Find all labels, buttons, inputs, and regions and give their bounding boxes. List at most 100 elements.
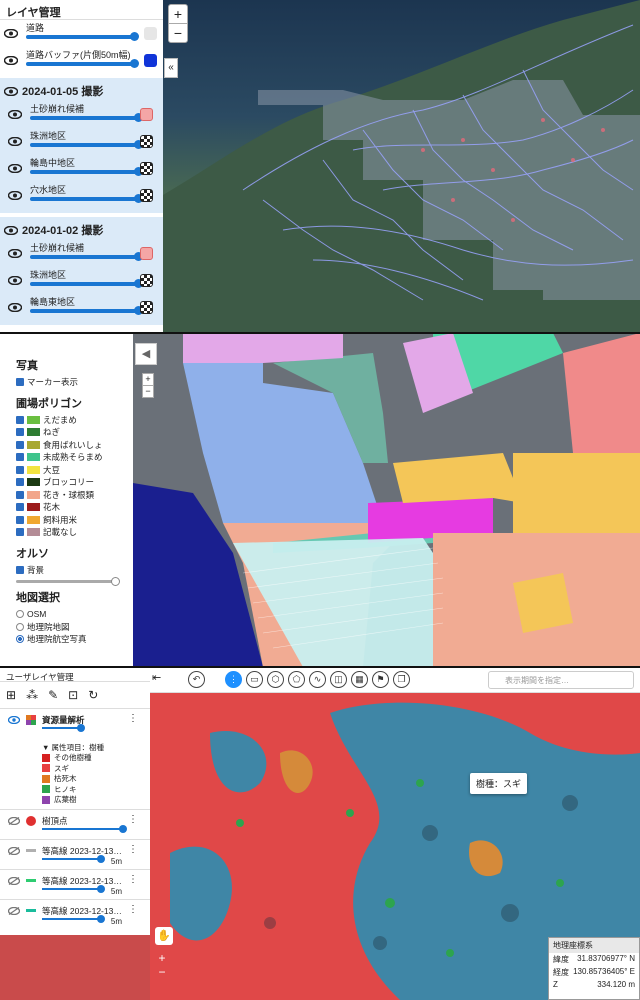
pan-hand-icon[interactable]: ✋ [155,927,173,945]
eye-icon[interactable] [4,86,18,96]
layer-row-contour[interactable]: 等高線 2023-12-13… ⋮ 5m [0,839,150,869]
checker-icon[interactable] [140,135,153,148]
eye-icon[interactable] [4,225,18,235]
zoom-in-button[interactable]: + [143,374,153,386]
opacity-slider[interactable] [30,279,143,288]
checkbox[interactable] [16,490,24,499]
checker-icon[interactable] [140,162,153,175]
grid-icon[interactable]: ▦ [351,671,368,688]
checkbox[interactable] [16,528,24,537]
checkbox[interactable] [16,428,24,437]
eye-icon[interactable] [4,29,18,38]
radio-button[interactable] [16,635,24,644]
crop-toggle[interactable]: 花木 [16,501,125,514]
eye-icon[interactable] [8,276,22,285]
checkbox[interactable] [16,465,24,474]
opacity-slider[interactable] [30,167,143,176]
crop-toggle[interactable]: 食用ばれいしょ [16,439,125,452]
add-layer-icon[interactable]: ⊞ [6,688,16,702]
collapse-panel-button[interactable]: ◀ [135,343,157,365]
layer-row-landslide[interactable]: 土砂崩れ候補 [4,101,159,128]
crop-toggle[interactable]: えだまめ [16,414,125,427]
date-range-input[interactable]: 表示期間を指定… [488,671,634,689]
checker-icon[interactable] [140,189,153,202]
kebab-menu-icon[interactable]: ⋮ [128,713,138,724]
opacity-slider[interactable] [42,915,105,923]
marker-toggle[interactable]: マーカー表示 [16,376,125,389]
collapse-panel-button[interactable]: ⇤ [152,671,161,684]
checkbox[interactable] [16,378,24,387]
color-swatch[interactable] [140,247,153,260]
add-node-icon[interactable]: ⁂ [26,688,38,702]
add-folder-icon[interactable]: ⊡ [68,688,78,702]
refresh-icon[interactable]: ↻ [88,688,98,702]
more-vertical-icon[interactable]: ⋮ [225,671,242,688]
checkbox[interactable] [16,478,24,487]
layer-row-suzu[interactable]: 珠洲地区 [4,267,159,294]
group-title[interactable]: 2024-01-05 撮影 [4,83,159,99]
layer-row-analysis[interactable]: 資源量解析 ⋮ [0,708,150,742]
eye-icon[interactable] [8,137,22,146]
checkbox[interactable] [16,515,24,524]
undo-icon[interactable]: ↶ [188,671,205,688]
opacity-slider[interactable] [30,252,143,261]
area-icon[interactable]: ⬡ [267,671,284,688]
kebab-menu-icon[interactable]: ⋮ [128,844,138,855]
volume-icon[interactable]: ◫ [330,671,347,688]
opacity-slider[interactable] [30,113,143,122]
color-swatch[interactable] [140,108,153,121]
layer-row-landslide[interactable]: 土砂崩れ候補 [4,240,159,267]
kebab-menu-icon[interactable]: ⋮ [128,874,138,885]
map-option[interactable]: OSM [16,608,125,621]
eye-off-icon[interactable] [8,847,20,855]
eye-off-icon[interactable] [8,877,20,885]
zoom-in-button[interactable]: + [169,5,187,24]
crop-toggle[interactable]: 記載なし [16,526,125,539]
radio-button[interactable] [16,610,24,619]
layer-row-treetop[interactable]: 樹頂点 ⋮ [0,809,150,839]
opacity-slider[interactable] [42,855,105,863]
collapse-panel-button[interactable]: « [164,58,178,78]
eye-icon[interactable] [8,191,22,200]
opacity-slider[interactable] [30,194,143,203]
satellite-map[interactable] [163,0,640,333]
background-toggle[interactable]: 背景 [16,564,125,577]
eye-icon[interactable] [8,716,20,724]
eye-icon[interactable] [8,303,22,312]
layer-row-anamizu[interactable]: 穴水地区 [4,182,159,209]
profile-icon[interactable]: ∿ [309,671,326,688]
opacity-slider[interactable] [42,885,105,893]
copy-icon[interactable]: ❐ [393,671,410,688]
layer-row-contour[interactable]: 等高線 2023-12-13… ⋮ 5m [0,899,150,929]
ruler-icon[interactable]: ▭ [246,671,263,688]
edit-layer-icon[interactable]: ✎ [48,688,58,702]
checkbox[interactable] [16,565,24,574]
checker-icon[interactable] [140,274,153,287]
aerial-map[interactable] [133,333,640,667]
opacity-slider[interactable] [26,59,139,68]
crop-toggle[interactable]: 花き・球根類 [16,489,125,502]
checker-icon[interactable] [140,301,153,314]
checkbox[interactable] [16,503,24,512]
crop-toggle[interactable]: ねぎ [16,426,125,439]
zoom-in-button[interactable]: + [155,951,169,965]
radio-button[interactable] [16,622,24,631]
color-swatch[interactable] [144,54,157,67]
opacity-slider[interactable] [16,577,120,586]
zoom-out-button[interactable]: − [143,386,153,397]
checkbox[interactable] [16,415,24,424]
crs-title[interactable]: 地理座標系 [549,938,639,953]
layer-row-contour[interactable]: 等高線 2023-12-13… ⋮ 5m [0,869,150,899]
eye-icon[interactable] [4,56,18,65]
crop-toggle[interactable]: 大豆 [16,464,125,477]
layer-row-road[interactable]: 道路 [0,20,163,47]
color-swatch[interactable] [144,27,157,40]
zoom-out-button[interactable]: − [169,24,187,42]
eye-icon[interactable] [8,110,22,119]
crop-toggle[interactable]: 飼料用米 [16,514,125,527]
polygon-icon[interactable]: ⬠ [288,671,305,688]
opacity-slider[interactable] [42,724,85,732]
layer-row-suzu[interactable]: 珠洲地区 [4,128,159,155]
eye-off-icon[interactable] [8,817,20,825]
kebab-menu-icon[interactable]: ⋮ [128,814,138,825]
